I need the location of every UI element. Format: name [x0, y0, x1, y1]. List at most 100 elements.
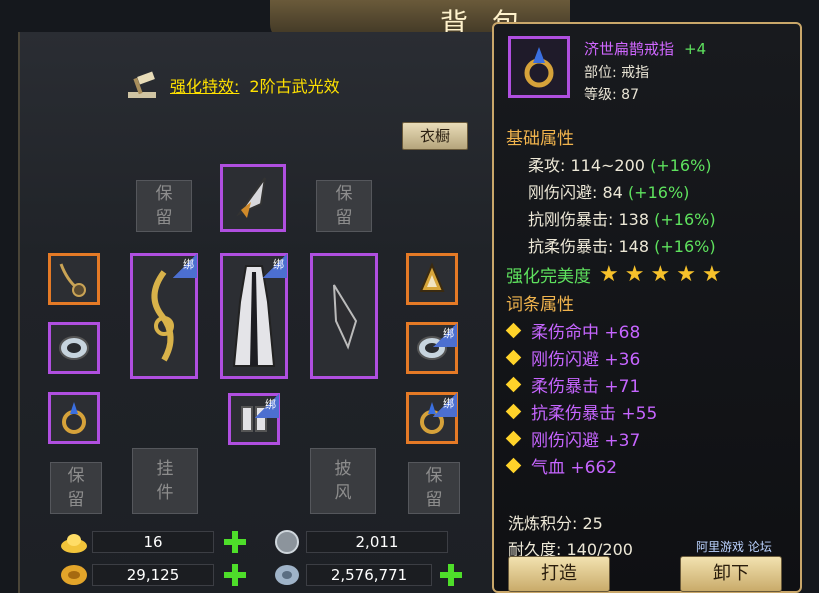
bracelet-slot-right[interactable]: 绑 [406, 322, 458, 374]
base-stat-row: 刚伤闪避: 84 (+16%) [528, 179, 689, 203]
bracelet-icon [59, 336, 89, 360]
item-slot-line: 部位: 戒指 [584, 65, 650, 81]
boots-slot[interactable]: 绑 [228, 393, 280, 445]
enhance-effect-value: 2阶古武光效 [249, 77, 340, 96]
token-icon [275, 530, 299, 554]
base-stat-pct: (+16%) [654, 237, 716, 256]
reserved-slot-top-right[interactable]: 保留 [316, 180, 372, 232]
ring-icon [62, 402, 86, 434]
reserved-slot-bottom-right[interactable]: 保留 [408, 462, 460, 514]
star-icon: ★ [676, 261, 696, 287]
amulet-icon [419, 262, 445, 292]
pendant-slot[interactable]: 挂件 [132, 448, 198, 514]
token-value: 2,011 [306, 531, 448, 553]
affix-text: 刚伤闪避 +37 [531, 431, 641, 451]
cloak-slot[interactable]: 披风 [310, 448, 376, 514]
base-stat-row: 柔攻: 114~200 (+16%) [528, 152, 712, 176]
reserved-slot-top-left[interactable]: 保留 [136, 180, 192, 232]
offhand-slot[interactable] [310, 253, 378, 379]
star-icon: ★ [599, 261, 619, 287]
necklace-slot[interactable] [48, 253, 100, 305]
enhance-effect-row: 强化特效: 2阶古武光效 [126, 70, 340, 100]
star-icon: ★ [701, 261, 722, 287]
ring-slot-left[interactable] [48, 392, 100, 444]
coin-value: 29,125 [92, 564, 214, 586]
robe-icon [232, 265, 276, 367]
base-stat-label: 柔攻: 114~200 [528, 156, 645, 175]
helmet-icon [235, 177, 266, 218]
diamond-icon [505, 457, 522, 474]
unequip-button[interactable]: 卸下 [680, 556, 782, 592]
affix-row: 刚伤闪避 +36 [505, 345, 640, 370]
enhance-effect-label[interactable]: 强化特效: [170, 73, 239, 97]
hammer-icon [128, 71, 156, 98]
base-stat-label: 刚伤闪避: 84 [528, 183, 623, 202]
item-name-row: 济世扁鹊戒指 +4 [584, 38, 706, 59]
gold-ingot-value: 16 [92, 531, 214, 553]
perfection-stars: ★ ★ ★ ★ ★ [599, 261, 722, 287]
item-name: 济世扁鹊戒指 [584, 40, 675, 58]
amulet-slot[interactable] [406, 253, 458, 305]
add-coin-button[interactable] [224, 564, 246, 586]
bind-badge-label: 绑 [273, 258, 284, 271]
base-stat-pct: (+16%) [650, 156, 712, 175]
silver-row: 2,576,771 [274, 563, 462, 587]
token-row: 2,011 [274, 530, 448, 554]
weapon-icon [151, 270, 174, 362]
add-gold-ingot-button[interactable] [224, 531, 246, 553]
affix-text: 气血 +662 [531, 458, 618, 478]
refine-points: 洗炼积分: 25 [508, 514, 603, 533]
bind-badge-label: 绑 [183, 258, 194, 271]
main-weapon-slot[interactable]: 绑 [130, 253, 198, 379]
base-stat-row: 抗刚伤暴击: 138 (+16%) [528, 206, 716, 230]
item-enhance-level: +4 [684, 40, 707, 58]
diamond-icon [505, 322, 522, 339]
bind-badge-label: 绑 [443, 327, 454, 340]
add-silver-button[interactable] [440, 564, 462, 586]
bind-badge-label: 绑 [265, 398, 276, 411]
affix-row: 气血 +662 [505, 453, 618, 478]
base-stat-pct: (+16%) [627, 183, 690, 202]
base-stat-row: 抗柔伤暴击: 148 (+16%) [528, 233, 716, 257]
reserved-slot-bottom-left[interactable]: 保留 [50, 462, 102, 514]
diamond-icon [505, 430, 522, 447]
coin-row: 29,125 [60, 563, 246, 587]
base-stat-label: 抗柔伤暴击: 148 [528, 237, 650, 256]
enhance-perfection-label: 强化完美度 [506, 267, 591, 287]
silver-icon [275, 565, 299, 585]
ring-slot-right[interactable]: 绑 [406, 392, 458, 444]
affix-text: 柔伤命中 +68 [531, 323, 641, 343]
coin-icon [61, 565, 87, 585]
affix-text: 抗柔伤暴击 +55 [531, 404, 658, 424]
bind-badge-label: 绑 [443, 397, 454, 410]
diamond-icon [505, 376, 522, 393]
helmet-slot[interactable] [220, 164, 286, 232]
ring-icon [524, 47, 554, 88]
diamond-icon [505, 403, 522, 420]
gold-ingot-icon [61, 534, 87, 553]
affix-row: 柔伤暴击 +71 [505, 372, 641, 397]
necklace-icon [59, 263, 86, 297]
affix-row: 柔伤命中 +68 [505, 318, 641, 343]
affix-row: 刚伤闪避 +37 [505, 426, 641, 451]
watermark: 阿里游戏 论坛 [696, 540, 772, 554]
blade-icon [333, 284, 358, 350]
forge-button[interactable]: 打造 [508, 556, 610, 592]
base-stat-pct: (+16%) [654, 210, 716, 229]
star-icon: ★ [624, 261, 645, 287]
base-stats-title: 基础属性 [506, 129, 574, 149]
armor-slot[interactable]: 绑 [220, 253, 288, 379]
tooltip-item-icon [508, 36, 570, 98]
base-stat-label: 抗刚伤暴击: 138 [528, 210, 650, 229]
wardrobe-button[interactable]: 衣橱 [402, 122, 468, 150]
bracelet-slot[interactable] [48, 322, 100, 374]
affix-row: 抗柔伤暴击 +55 [505, 399, 658, 424]
enhance-perfection-row: 强化完美度 ★ ★ ★ ★ ★ [506, 262, 722, 287]
diamond-icon [505, 349, 522, 366]
item-level-line: 等级: 87 [584, 87, 639, 103]
silver-value: 2,576,771 [306, 564, 432, 586]
item-tooltip: 济世扁鹊戒指 +4 部位: 戒指 等级: 87 基础属性 柔攻: 114~200 … [492, 22, 802, 593]
affix-title: 词条属性 [506, 295, 574, 315]
affix-text: 柔伤暴击 +71 [531, 377, 641, 397]
gold-ingot-row: 16 [60, 530, 246, 554]
